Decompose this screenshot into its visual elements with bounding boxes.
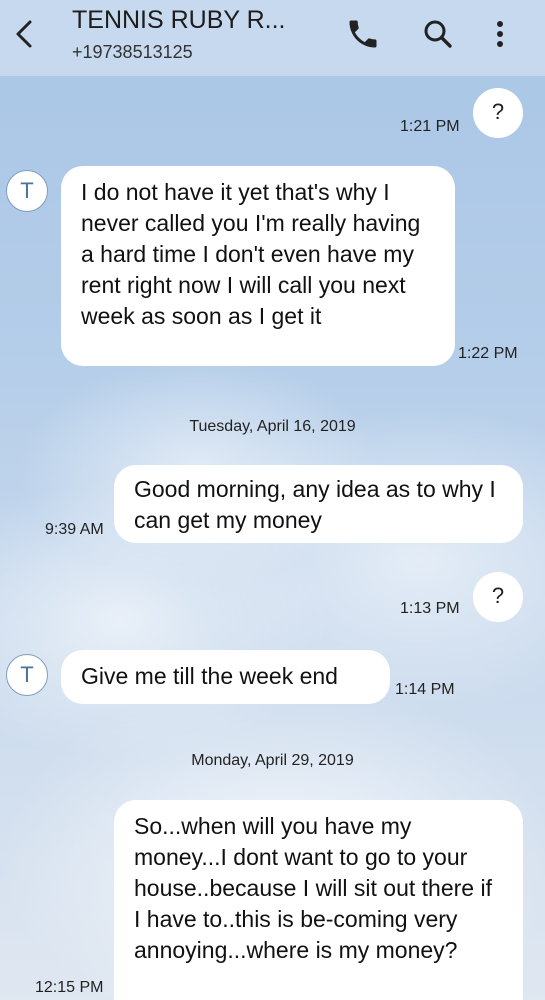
message-timestamp: 9:39 AM <box>45 521 104 538</box>
message-timestamp: 12:15 PM <box>35 979 104 996</box>
contact-avatar[interactable]: T <box>6 654 48 696</box>
sent-message-bubble[interactable]: ? <box>473 572 523 622</box>
received-message-bubble[interactable]: I do not have it yet that's why I never … <box>61 166 455 366</box>
conversation-header: TENNIS RUBY R... +19738513125 <box>0 0 545 76</box>
date-separator: Tuesday, April 16, 2019 <box>189 418 356 435</box>
phone-icon[interactable] <box>345 16 381 52</box>
message-timestamp: 1:22 PM <box>458 345 518 362</box>
date-separator: Monday, April 29, 2019 <box>191 752 354 769</box>
received-message-bubble[interactable]: Give me till the week end <box>61 650 390 704</box>
search-icon[interactable] <box>420 16 456 52</box>
message-timestamp: 1:13 PM <box>400 600 460 617</box>
message-timestamp: 1:21 PM <box>400 118 460 135</box>
contact-phone-number: +19738513125 <box>72 42 193 62</box>
contact-avatar[interactable]: T <box>6 170 48 212</box>
more-vert-icon[interactable] <box>482 16 518 52</box>
sent-message-bubble[interactable]: So...when will you have my money...I don… <box>114 800 523 1000</box>
sent-message-bubble[interactable]: ? <box>473 88 523 138</box>
message-timestamp: 1:14 PM <box>395 681 455 698</box>
back-arrow-icon[interactable] <box>8 14 44 54</box>
contact-name[interactable]: TENNIS RUBY R... <box>72 6 285 35</box>
sent-message-bubble[interactable]: Good morning, any idea as to why I can g… <box>114 465 523 543</box>
